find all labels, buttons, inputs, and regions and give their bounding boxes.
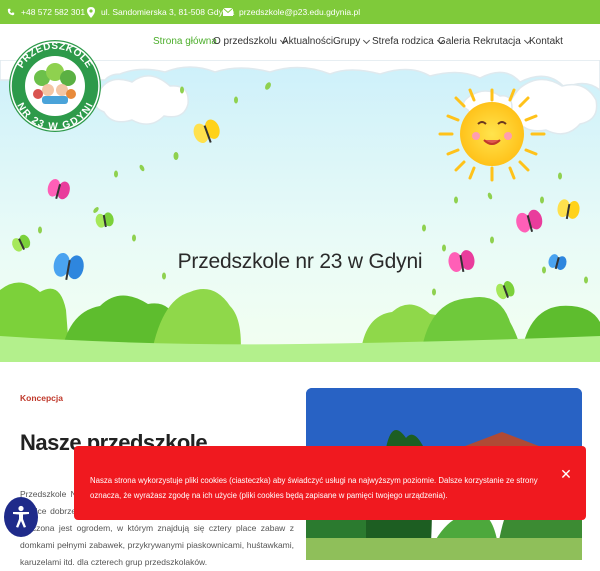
menu-item-about[interactable]: O przedszkolu <box>213 36 287 47</box>
menu-item-groups[interactable]: Grupy <box>333 36 371 47</box>
menu-label: Aktualności <box>282 36 334 47</box>
location-pin-icon <box>87 6 95 18</box>
kindergarten-logo[interactable]: PRZEDSZKOLE NR 23 W GDYNI <box>8 30 102 142</box>
cookie-consent-banner: Nasza strona wykorzystuje pliki cookies … <box>74 446 586 520</box>
menu-item-parents[interactable]: Strefa rodzica <box>372 36 444 47</box>
menu-item-news[interactable]: Aktualności <box>282 36 333 47</box>
accessibility-icon <box>13 505 29 528</box>
logo-badge-icon: PRZEDSZKOLE NR 23 W GDYNI <box>9 40 101 133</box>
envelope-icon <box>223 8 233 16</box>
email-contact[interactable]: przedszkole@p23.edu.gdynia.pl <box>223 0 360 24</box>
phone-number: +48 572 582 301 <box>21 7 86 17</box>
menu-label: Strona główna <box>153 36 217 47</box>
hero-title: Przedszkole nr 23 w Gdyni <box>177 250 423 273</box>
email-address: przedszkole@p23.edu.gdynia.pl <box>239 7 361 17</box>
chevron-down-icon <box>363 36 371 44</box>
accessibility-button[interactable] <box>4 497 38 537</box>
menu-label: Strefa rodzica <box>372 36 434 47</box>
phone-contact[interactable]: +48 572 582 301 <box>7 0 85 24</box>
menu-item-gallery[interactable]: Galeria <box>438 36 470 47</box>
menu-item-recruitment[interactable]: Rekrutacja <box>473 36 531 47</box>
menu-label: O przedszkolu <box>213 36 277 47</box>
section-kicker: Koncepcja <box>20 393 63 403</box>
menu-label: Kontakt <box>529 36 563 47</box>
top-contact-bar: +48 572 582 301 ul. Sandomierska 3, 81-5… <box>0 0 600 24</box>
phone-icon <box>7 8 15 16</box>
menu-item-contact[interactable]: Kontakt <box>529 36 563 47</box>
menu-label: Galeria <box>438 36 471 47</box>
menu-label: Rekrutacja <box>473 36 521 47</box>
menu-label: Grupy <box>333 36 361 47</box>
address-contact[interactable]: ul. Sandomierska 3, 81-508 Gdynia <box>87 0 234 24</box>
close-icon[interactable]: ✕ <box>558 466 574 482</box>
address-text: ul. Sandomierska 3, 81-508 Gdynia <box>101 7 235 17</box>
menu-item-home[interactable]: Strona główna <box>153 36 217 47</box>
cookie-message: Nasza strona wykorzystuje pliki cookies … <box>90 476 538 500</box>
